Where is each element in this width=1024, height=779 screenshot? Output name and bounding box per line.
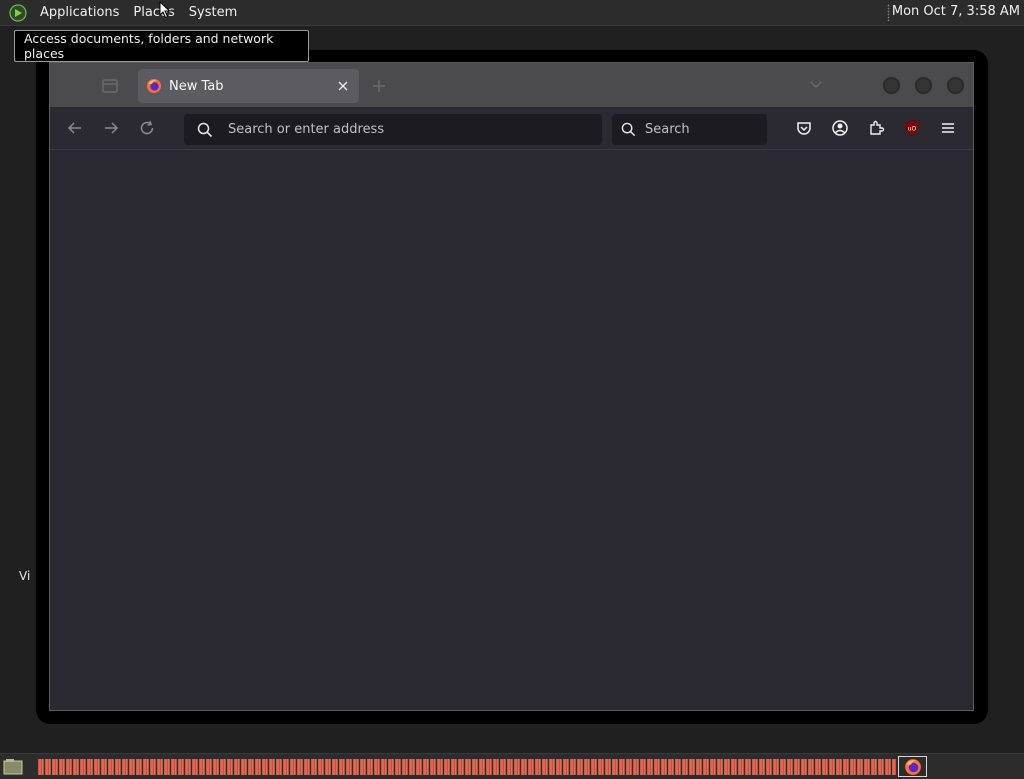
search-icon (197, 122, 213, 137)
taskbar-window-list[interactable] (38, 759, 896, 775)
close-icon[interactable] (335, 78, 351, 94)
nav-bar: uO (50, 107, 973, 150)
tab-bar: New Tab (50, 63, 973, 107)
close-window-button[interactable] (947, 77, 964, 94)
svg-text:uO: uO (908, 126, 917, 133)
extensions-icon[interactable] (867, 119, 885, 137)
tooltip-text: Access documents, folders and network pl… (24, 31, 274, 61)
tab-title: New Tab (169, 78, 224, 94)
search-icon (621, 122, 636, 137)
places-tooltip: Access documents, folders and network pl… (14, 30, 309, 62)
ublock-icon[interactable]: uO (903, 119, 921, 137)
firefox-icon (147, 79, 161, 93)
plus-icon[interactable] (370, 77, 388, 95)
panel-separator (887, 4, 890, 21)
back-arrow-icon[interactable] (66, 119, 84, 137)
show-desktop-icon[interactable] (3, 758, 23, 775)
firefox-icon (904, 758, 921, 775)
menu-places[interactable]: Places (126, 5, 181, 20)
menu-applications[interactable]: Applications (33, 5, 126, 20)
taskbar-firefox-button[interactable] (898, 756, 927, 777)
browser-window: New Tab Search or enter address Search u… (49, 62, 974, 711)
clock[interactable]: Mon Oct 7, 3:58 AM (892, 4, 1020, 19)
url-input[interactable] (226, 121, 570, 138)
account-icon[interactable] (831, 119, 849, 137)
top-panel: Applications Places System Mon Oct 7, 3:… (0, 0, 1024, 26)
menu-system[interactable]: System (182, 5, 244, 20)
hamburger-menu-icon[interactable] (939, 119, 957, 137)
page-content[interactable] (50, 150, 973, 710)
search-input[interactable] (643, 121, 757, 138)
mouse-cursor-icon (159, 1, 171, 19)
maximize-button[interactable] (915, 77, 932, 94)
url-bar[interactable] (184, 114, 602, 145)
panel-app-icon[interactable] (9, 3, 27, 22)
desktop-icon-label[interactable]: Vi (19, 569, 30, 583)
pocket-icon[interactable] (795, 119, 813, 137)
minimize-button[interactable] (883, 77, 900, 94)
forward-arrow-icon[interactable] (102, 119, 120, 137)
bottom-panel (0, 753, 1024, 779)
reload-icon[interactable] (138, 119, 156, 137)
chevron-down-icon[interactable] (810, 81, 822, 89)
tab-new-tab[interactable]: New Tab (138, 69, 359, 103)
tab-list-icon[interactable] (100, 76, 120, 96)
search-bar[interactable] (612, 114, 767, 145)
